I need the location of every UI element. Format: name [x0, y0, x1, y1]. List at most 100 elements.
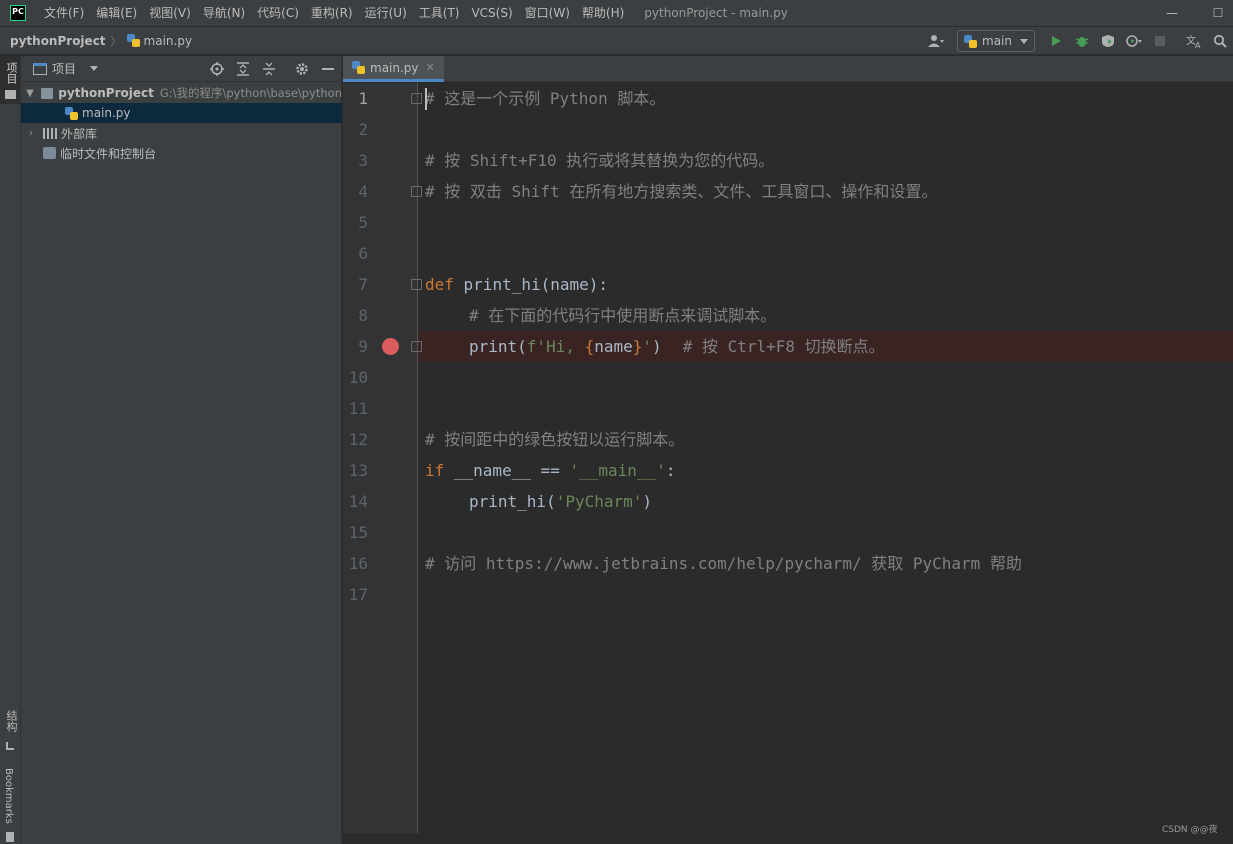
chevron-down-icon[interactable]: ▼ [23, 88, 37, 99]
python-icon [964, 34, 978, 48]
tree-root-project[interactable]: ▼ pythonProject G:\我的程序\python\base\pyth… [21, 83, 342, 103]
project-tool-button[interactable]: 项目 [0, 56, 20, 104]
editor-bottom-edge [343, 833, 1233, 844]
gear-icon[interactable] [293, 60, 311, 78]
stop-icon[interactable] [1149, 30, 1171, 52]
code-line-13: if __name__ == '__main__': [425, 455, 675, 486]
menu-navigate[interactable]: 导航(N) [197, 0, 251, 26]
line-number: 3 [358, 151, 368, 170]
tree-scratches-label: 临时文件和控制台 [60, 146, 157, 161]
debug-icon[interactable] [1071, 30, 1093, 52]
python-file-icon [352, 61, 365, 74]
watermark: CSDN @@夜 [1162, 825, 1218, 835]
menu-window[interactable]: 窗口(W) [519, 0, 576, 26]
search-icon[interactable] [1209, 30, 1231, 52]
coverage-icon[interactable] [1097, 30, 1119, 52]
breadcrumb-file[interactable]: main.py [144, 34, 193, 48]
breadcrumb-project[interactable]: pythonProject [10, 34, 106, 48]
menu-edit[interactable]: 编辑(E) [90, 0, 143, 26]
menu-file[interactable]: 文件(F) [38, 0, 90, 26]
fold-marker-icon[interactable] [411, 93, 422, 104]
chevron-down-icon [1020, 38, 1028, 44]
pycharm-logo-icon: PC [10, 5, 26, 21]
run-configuration-select[interactable]: main [957, 30, 1035, 52]
code-line-12: # 按间距中的绿色按钮以运行脚本。 [425, 430, 685, 449]
window-title: pythonProject - main.py [644, 6, 788, 20]
line-number: 9 [358, 337, 368, 356]
account-icon[interactable] [925, 30, 947, 52]
project-tool-label: 项目 [5, 62, 18, 84]
menu-vcs[interactable]: VCS(S) [465, 0, 518, 26]
menu-bar: PC 文件(F) 编辑(E) 视图(V) 导航(N) 代码(C) 重构(R) 运… [0, 0, 1233, 26]
line-number: 13 [348, 461, 368, 480]
menu-code[interactable]: 代码(C) [251, 0, 305, 26]
tree-item-scratches[interactable]: 临时文件和控制台 [21, 143, 342, 163]
tree-root-path: G:\我的程序\python\base\python [159, 86, 342, 100]
project-tool-window: 项目 ▼ pythonProject G:\我的程序\python\base\p… [21, 56, 342, 844]
tree-item-main-py[interactable]: main.py [21, 103, 342, 123]
bookmarks-tool-button[interactable]: Bookmarks [0, 766, 20, 844]
folder-icon [5, 90, 16, 99]
condition-expression: __name__ == [444, 461, 570, 480]
string-main: '__main__' [569, 461, 666, 480]
breakpoint-icon[interactable] [382, 338, 399, 355]
code-line-7: def print_hi(name): [425, 269, 608, 300]
run-configuration-label: main [982, 34, 1012, 48]
tab-main-py[interactable]: main.py ✕ [343, 56, 444, 82]
hide-panel-icon[interactable] [319, 60, 337, 78]
fold-marker-icon[interactable] [411, 279, 422, 290]
breadcrumb-separator: 〉 [110, 34, 122, 48]
folder-icon [41, 87, 54, 99]
string-pycharm: 'PyCharm' [555, 492, 643, 511]
chevron-right-icon[interactable]: › [23, 128, 39, 139]
project-view-icon [33, 62, 47, 75]
keyword-def: def [425, 275, 454, 294]
svg-text:A: A [1195, 41, 1201, 48]
function-signature: print_hi(name): [453, 275, 609, 294]
library-icon [43, 127, 57, 139]
line-number: 6 [358, 244, 368, 263]
python-file-icon [126, 34, 140, 47]
print-hi-call: print_hi( [469, 492, 556, 511]
maximize-button[interactable]: ☐ [1195, 0, 1233, 26]
code-line-4: # 按 双击 Shift 在所有地方搜索类、文件、工具窗口、操作和设置。 [425, 182, 938, 201]
minimize-button[interactable]: — [1149, 0, 1195, 26]
line-number: 15 [348, 523, 368, 542]
fold-marker-icon[interactable] [411, 186, 422, 197]
locate-icon[interactable] [208, 60, 226, 78]
run-icon[interactable] [1045, 30, 1067, 52]
line-number: 16 [348, 554, 368, 573]
line-number: 17 [348, 585, 368, 604]
collapse-all-icon[interactable] [260, 60, 278, 78]
fstring-start: f'Hi, [526, 337, 585, 356]
bookmark-icon [6, 832, 14, 842]
line-number: 5 [358, 213, 368, 232]
print-close: ) [652, 337, 662, 356]
code-line-8: # 在下面的代码行中使用断点来调试脚本。 [469, 306, 777, 325]
menu-help[interactable]: 帮助(H) [576, 0, 630, 26]
project-panel-title[interactable]: 项目 [52, 60, 76, 77]
menu-refactor[interactable]: 重构(R) [305, 0, 359, 26]
inline-comment: # 按 Ctrl+F8 切换断点。 [682, 337, 885, 356]
line-number: 14 [348, 492, 368, 511]
fstring-variable: name [594, 337, 633, 356]
chevron-down-icon[interactable] [90, 66, 99, 71]
structure-tool-label: 结构 [5, 710, 18, 732]
line-number: 2 [358, 120, 368, 139]
menu-run[interactable]: 运行(U) [359, 0, 413, 26]
main-toolbar: main 文A [923, 27, 1233, 55]
tree-item-external-libraries[interactable]: › 外部库 [21, 123, 342, 143]
python-file-icon [65, 106, 78, 120]
menu-tools[interactable]: 工具(T) [413, 0, 466, 26]
call-close: ) [642, 492, 653, 511]
menu-view[interactable]: 视图(V) [143, 0, 197, 26]
translate-icon[interactable]: 文A [1183, 30, 1205, 52]
structure-tool-button[interactable]: 结构 [0, 706, 20, 756]
close-icon[interactable]: ✕ [426, 61, 435, 74]
fstring-end: ' [642, 337, 653, 356]
profile-icon[interactable] [1123, 30, 1145, 52]
fold-marker-icon[interactable] [411, 341, 422, 352]
tree-external-label: 外部库 [61, 126, 98, 141]
expand-all-icon[interactable] [234, 60, 252, 78]
structure-icon [6, 742, 14, 750]
